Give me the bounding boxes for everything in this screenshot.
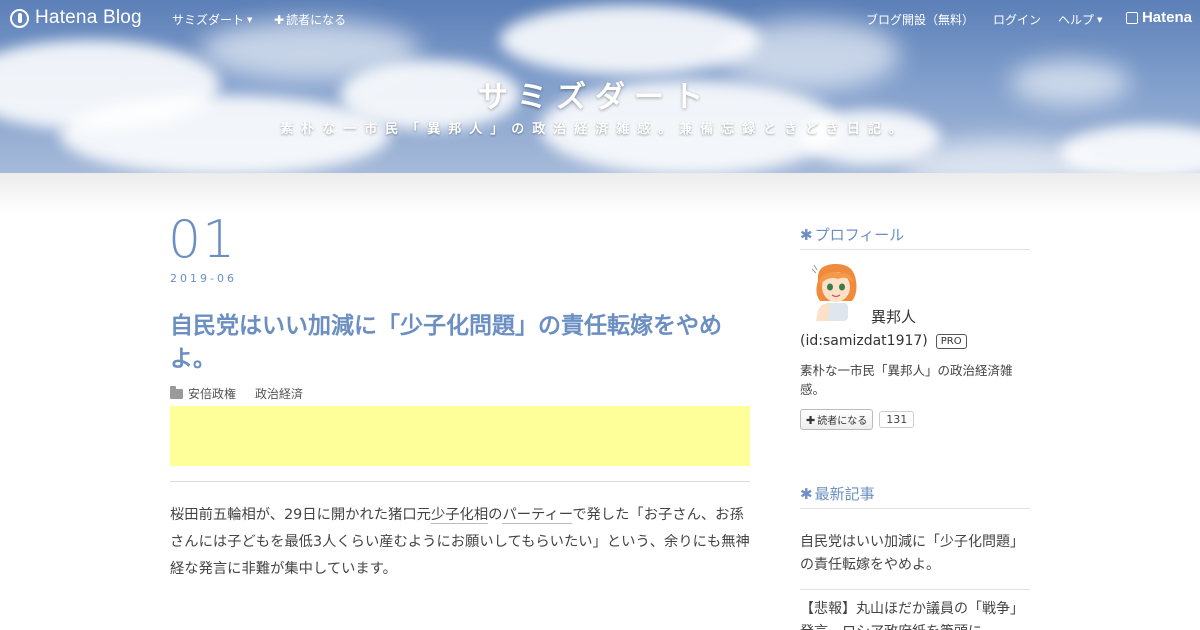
hatena-blog-logo-text: Hatena Blog (35, 7, 142, 28)
profile-description: 素朴な一市民「異邦人」の政治経済雑感。 (800, 363, 1013, 397)
subscribe-label: 読者になる (286, 13, 347, 27)
blog-signup-link[interactable]: ブログ開設（無料） (866, 11, 974, 28)
entry-day[interactable]: 01 (168, 210, 236, 270)
header-image: Hatena Blog サミズダート ▼ ✚ 読者になる ブログ開設（無料） ログイ… (0, 0, 1200, 173)
plus-icon: ✚ (806, 414, 816, 427)
blog-title[interactable]: サミズダート (0, 72, 1190, 116)
follow-button-label: 読者になる (817, 416, 868, 427)
hatena-logo[interactable]: Hatena (1125, 9, 1192, 26)
global-header: Hatena Blog サミズダート ▼ ✚ 読者になる ブログ開設（無料） ログイ… (0, 0, 1200, 36)
recent-entries-module: ✱ 最新記事 自民党はいい加減に「少子化問題」の責任転嫁をやめよ。 【悲報】丸山ほ… (800, 483, 1030, 630)
body-text: 桜田前五輪相が、29日に開かれた猪口元 (170, 507, 431, 523)
profile-id-row: (id:samizdat1917) PRO (800, 333, 967, 349)
keyword-link[interactable]: パーティー (502, 507, 573, 524)
blog-menu-dropdown[interactable]: サミズダート ▼ (172, 11, 252, 28)
category-link[interactable]: 政治経済 (255, 385, 303, 402)
hatena-blog-logo-icon (10, 8, 29, 28)
follow-button[interactable]: ✚ 読者になる (800, 409, 874, 430)
recent-heading-text: 最新記事 (814, 485, 875, 503)
hatena-logo-icon (1125, 11, 1138, 24)
profile-module: ✱ プロフィール 異邦人 (id:samizdat1917) PRO 素朴な一市民… (800, 224, 1030, 439)
subscribe-link[interactable]: ✚ 読者になる (274, 11, 346, 28)
follower-count[interactable]: 131 (879, 411, 915, 428)
login-link[interactable]: ログイン (993, 11, 1041, 28)
ad-banner[interactable] (170, 406, 750, 466)
asterisk-icon: ✱ (800, 485, 813, 503)
help-label: ヘルプ (1058, 13, 1095, 27)
help-dropdown[interactable]: ヘルプ ▼ (1058, 11, 1102, 28)
folder-icon (170, 385, 183, 399)
caret-down-icon: ▼ (247, 16, 253, 24)
divider (170, 481, 750, 482)
body-text: の (488, 507, 503, 523)
blog-description: 素朴な一市民「異邦人」の政治経済雑感。兼備忘録ときどき日記。 (280, 122, 910, 137)
profile-heading-text: プロフィール (814, 226, 905, 244)
recent-entry-link[interactable]: 自民党はいい加減に「少子化問題」の責任転嫁をやめよ。 (800, 531, 1030, 577)
profile-heading: ✱ プロフィール (800, 224, 1030, 250)
entry-categories: 安倍政権 政治経済 (170, 385, 322, 402)
recent-entry-link[interactable]: 【悲報】丸山ほだか議員の「戦争」発言、ロシア政府紙を筆頭に (800, 598, 1030, 630)
avatar[interactable] (810, 261, 862, 321)
divider (800, 589, 1030, 590)
hatena-logo-text: Hatena (1141, 9, 1192, 26)
hatena-blog-logo[interactable]: Hatena Blog (10, 7, 142, 29)
plus-icon: ✚ (274, 13, 285, 27)
profile-id[interactable]: (id:samizdat1917) (800, 333, 928, 349)
recent-heading: ✱ 最新記事 (800, 483, 1030, 509)
entry-year-month[interactable]: 2019-06 (170, 272, 237, 285)
category-link[interactable]: 安倍政権 (188, 385, 236, 402)
keyword-link[interactable]: 少子化相 (430, 507, 489, 524)
asterisk-icon: ✱ (800, 226, 813, 244)
blog-menu-label: サミズダート (172, 13, 245, 27)
pro-badge: PRO (935, 333, 967, 349)
entry-body: 桜田前五輪相が、29日に開かれた猪口元少子化相のパーティーで発した「お子さん、お… (170, 502, 750, 583)
header-shadow (0, 173, 1200, 213)
profile-name[interactable]: 異邦人 (871, 306, 916, 327)
caret-down-icon: ▼ (1097, 16, 1103, 24)
follow-widget: ✚ 読者になる 131 (800, 409, 915, 430)
entry-title[interactable]: 自民党はいい加減に「少子化問題」の責任転嫁をやめよ。 (170, 310, 755, 376)
